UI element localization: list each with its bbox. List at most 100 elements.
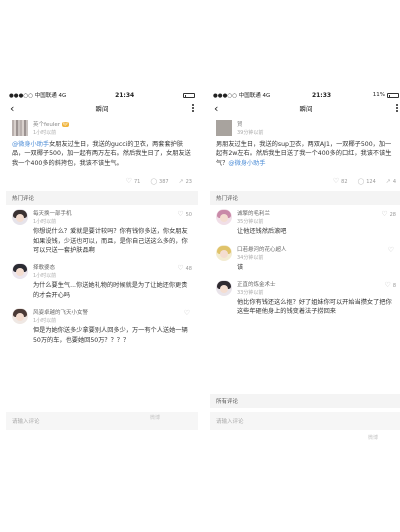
share-button[interactable]: ↗ 23 [178, 177, 192, 185]
comment-text: 让他还钱然后滚吧 [237, 228, 287, 236]
comment-item: 每天换一部手机 1小时以前 ♡ 50 你想说什么？爱就是要计较吗？你有钱你多送，… [6, 205, 198, 259]
comment-input[interactable]: 请输入评论 [12, 417, 192, 425]
mention-link[interactable]: @微身小助手 [228, 160, 265, 167]
post-actions: ♡ 71 ◯ 387 ↗ 23 [12, 178, 192, 185]
page-title: 瞬间 [95, 105, 109, 113]
post-body: @微身小助手女朋友过生日，我送的gucci的卫衣，两套套护肤品，一双椰子500，… [12, 140, 192, 168]
post-header: 賀 39分钟以前 [216, 120, 396, 136]
comment-time: 34分钟以前 [237, 254, 264, 261]
comment-like-button[interactable]: ♡ 48 [177, 265, 192, 272]
comment-icon: ◯ [150, 177, 158, 185]
commenter-name[interactable]: 每天换一部手机 [33, 209, 192, 217]
heart-icon: ♡ [177, 210, 184, 219]
avatar[interactable] [12, 308, 28, 325]
nav-bar: ‹ 瞬间 [6, 100, 198, 116]
comment-like-button[interactable]: ♡ 50 [177, 211, 192, 218]
carrier-text: ●●●○○ 中国联通 4G [9, 93, 67, 99]
comment-button[interactable]: ◯ 387 [150, 177, 168, 185]
comment-like-button[interactable]: ♡ [387, 245, 396, 254]
comment-item: 口若悬河的花心超人 34分钟以前 ♡ 该 [210, 241, 400, 276]
vip-badge-icon: 🐱 [61, 121, 69, 127]
comment-item: 诚擎的毛利兰 35分钟以前 ♡ 28 让他还钱然后滚吧 [210, 205, 400, 240]
comment-text: 你想说什么？爱就是要计较吗？你有钱你多送，你女朋友如果没钱，少送也可以，而且，是… [33, 228, 188, 255]
comment-like-button[interactable]: ♡ 8 [385, 282, 396, 289]
watermark-text: 微博 [368, 435, 379, 441]
battery-percent: 11% [372, 92, 385, 98]
share-icon: ↗ [385, 177, 391, 185]
back-icon[interactable]: ‹ [10, 103, 24, 114]
heart-icon: ♡ [177, 264, 184, 273]
comment-input-bar[interactable]: 请输入评论 [6, 412, 198, 430]
commenter-name[interactable]: 口若悬河的花心超人 [237, 245, 396, 253]
comment-time: 1小时以前 [33, 273, 57, 280]
comment-time: 1小时以前 [33, 219, 57, 226]
comment-item: 正直的炼金术士 33分钟以前 ♡ 8 他比你有钱还这么抠？好了姐妹你可以开始当攒… [210, 276, 400, 321]
comment-item: 择歌婆态 1小时以前 ♡ 48 为什么要生气...你送她礼物的时候就是为了让她还… [6, 259, 198, 304]
comment-text: 为什么要生气...你送她礼物的时候就是为了让她还你更贵的才会开心吗 [33, 282, 188, 299]
mention-link[interactable]: @微身小助手 [12, 141, 49, 148]
comment-time: 35分钟以前 [237, 219, 264, 226]
section-title: 热门评论 [6, 191, 198, 206]
right-screenshot: ●●●○○ 中国联通 4G 21:33 11% ‹ 瞬间 賀 39分钟以前 男朋… [210, 90, 400, 430]
section-title: 热门评论 [210, 191, 400, 206]
heart-icon: ♡ [387, 245, 394, 254]
commenter-name[interactable]: 风姿卓越的飞天小女警 [33, 308, 192, 316]
comment-input[interactable]: 请输入评论 [216, 417, 396, 425]
post-actions: ♡ 82 ◯ 124 ↗ 4 [216, 178, 396, 185]
share-icon: ↗ [178, 177, 184, 185]
author-name[interactable]: 賀 [237, 120, 263, 128]
heart-icon: ♡ [332, 177, 340, 186]
clock-time: 21:33 [311, 91, 332, 99]
heart-icon: ♡ [381, 210, 388, 219]
share-button[interactable]: ↗ 4 [385, 177, 396, 185]
status-right [183, 92, 195, 98]
avatar[interactable] [216, 244, 232, 261]
post-body: 男朋友过生日，我送的sup卫衣，两双AJ1，一双椰子500，加一起有2w左右。然… [216, 140, 396, 168]
carrier-text: ●●●○○ 中国联通 4G [213, 93, 271, 99]
comment-like-button[interactable]: ♡ 28 [381, 211, 396, 218]
comment-input-bar[interactable]: 请输入评论 [210, 412, 400, 430]
battery-icon [183, 92, 195, 98]
nav-bar: ‹ 瞬间 [210, 100, 400, 116]
comment-text: 但是为她你送多少拿要别人回多少，万一有个人送她一辆50万的车，也要她回50万？？… [33, 327, 188, 344]
heart-icon: ♡ [125, 177, 132, 186]
back-icon[interactable]: ‹ [214, 103, 228, 114]
post-time: 1小时以前 [33, 130, 57, 136]
watermark-text: 微博 [150, 415, 161, 421]
status-right: 11% [373, 92, 399, 98]
clock-time: 21:34 [115, 91, 135, 99]
author-name[interactable]: 英个feuler 🐱 [33, 120, 69, 128]
more-menu-icon[interactable] [384, 104, 398, 112]
comment-item: 风姿卓越的飞天小女警 1小时以前 ♡ 但是为她你送多少拿要别人回多少，万一有个人… [6, 304, 198, 349]
page-title: 瞬间 [299, 105, 313, 113]
more-menu-icon[interactable] [180, 104, 194, 112]
comment-icon: ◯ [357, 177, 365, 185]
status-bar: ●●●○○ 中国联通 4G 21:33 11% [210, 90, 400, 100]
heart-icon: ♡ [183, 309, 190, 318]
heart-icon: ♡ [384, 281, 391, 290]
commenter-name[interactable]: 正直的炼金术士 [237, 280, 396, 288]
comment-like-button[interactable]: ♡ [184, 310, 192, 317]
avatar[interactable] [12, 209, 28, 226]
avatar[interactable] [216, 209, 232, 226]
status-bar: ●●●○○ 中国联通 4G 21:34 [6, 90, 198, 100]
post: 英个feuler 🐱 1小时以前 @微身小助手女朋友过生日，我送的gucci的卫… [6, 116, 198, 185]
post-header: 英个feuler 🐱 1小时以前 [12, 120, 192, 136]
avatar[interactable] [12, 263, 28, 280]
avatar[interactable] [12, 120, 28, 136]
commenter-name[interactable]: 诚擎的毛利兰 [237, 209, 396, 217]
battery-icon [386, 92, 399, 98]
all-comments-heading: 所有评论 [210, 394, 400, 408]
comment-text: 该 [237, 263, 244, 271]
like-button[interactable]: ♡ 71 [126, 178, 141, 185]
comment-time: 33分钟以前 [237, 290, 264, 297]
post: 賀 39分钟以前 男朋友过生日，我送的sup卫衣，两双AJ1，一双椰子500，加… [210, 116, 400, 185]
comment-time: 1小时以前 [33, 318, 57, 325]
commenter-name[interactable]: 择歌婆态 [33, 263, 192, 271]
avatar[interactable] [216, 120, 232, 136]
post-time: 39分钟以前 [237, 130, 264, 136]
left-screenshot: ●●●○○ 中国联通 4G 21:34 ‹ 瞬间 英个feuler 🐱 1小时以… [6, 90, 198, 430]
like-button[interactable]: ♡ 82 [333, 178, 348, 185]
comment-button[interactable]: ◯ 124 [357, 177, 376, 185]
avatar[interactable] [216, 280, 232, 297]
